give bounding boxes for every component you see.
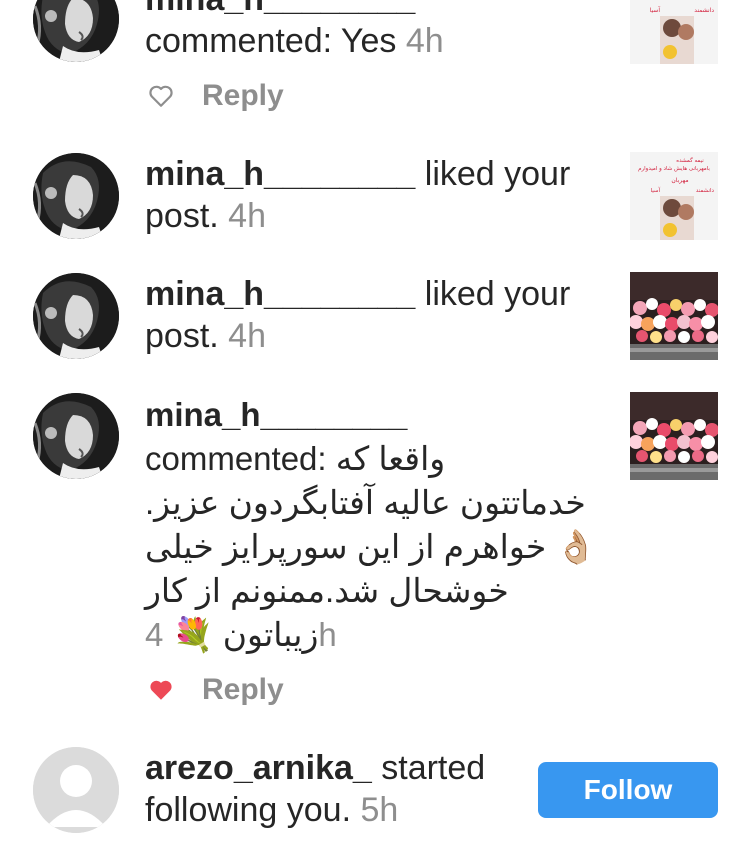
profile-photo (33, 0, 119, 62)
avatar[interactable] (33, 153, 119, 239)
username[interactable]: mina_h________ (145, 155, 415, 193)
timestamp: h (318, 616, 337, 653)
thumb-caption: آسیا (651, 187, 661, 194)
notification-text: mina_h________ liked your post. 4h (145, 273, 605, 357)
post-image: دانشمند آسیا (630, 0, 718, 64)
comment-text: خدماتتون عالیه آفتابگردون عزیز. (145, 484, 586, 521)
post-thumbnail[interactable] (630, 272, 718, 360)
avatar[interactable] (33, 747, 119, 833)
post-thumbnail[interactable]: دانشمند آسیا (630, 0, 718, 64)
post-image (630, 272, 718, 360)
post-thumbnail[interactable]: نیمه گمشده بامهربانی‌ هایش شاد و امیدوار… (630, 152, 718, 240)
timestamp: 4h (228, 317, 266, 355)
thumb-caption: بامهربانی‌ هایش شاد و امیدوارم (638, 166, 710, 172)
post-image: نیمه گمشده بامهربانی‌ هایش شاد و امیدوار… (630, 152, 718, 240)
default-avatar-icon (33, 747, 119, 833)
notification-action: commented: Yes (145, 22, 397, 60)
follow-button[interactable]: Follow (538, 762, 718, 818)
username[interactable]: arezo_arnika_ (145, 749, 372, 787)
reply-row: Reply (148, 670, 284, 710)
profile-photo (33, 273, 119, 359)
thumb-caption: نیمه گمشده (676, 157, 704, 164)
profile-photo (33, 153, 119, 239)
username[interactable]: mina_h________ (145, 275, 415, 313)
reply-button[interactable]: Reply (202, 79, 284, 113)
notification-action: commented: (145, 440, 327, 477)
heart-filled-icon[interactable] (148, 678, 174, 702)
notification-text: mina_h________ liked your post. 4h (145, 153, 605, 237)
comment-last-line: 4 زیباتون 💐h (145, 613, 605, 657)
timestamp: 4 (145, 616, 164, 653)
timestamp: 5h (360, 791, 399, 829)
comment-text: واقعا که (335, 440, 446, 477)
reply-button[interactable]: Reply (202, 673, 284, 707)
thumb-caption: دانشمند (696, 188, 715, 194)
avatar[interactable] (33, 393, 119, 479)
avatar[interactable] (33, 0, 119, 62)
timestamp: 4h (405, 22, 444, 60)
thumb-caption: آسیا (650, 5, 661, 14)
timestamp: 4h (228, 197, 266, 235)
thumb-caption: دانشمند (694, 7, 714, 14)
comment-text: زیباتون 💐 (172, 616, 319, 653)
heart-outline-icon[interactable] (148, 84, 174, 108)
post-thumbnail[interactable] (630, 392, 718, 480)
notification-text: arezo_arnika_ started following you. 5h (145, 747, 525, 831)
comment-text: 👌🏼 خواهرم از این سورپرایز خیلی (145, 528, 597, 565)
notification-text: mina_h________ commented: واقعا که خدمات… (145, 393, 605, 657)
profile-photo (33, 393, 119, 479)
username[interactable]: mina_h________ (145, 393, 605, 437)
post-image (630, 392, 718, 480)
reply-row: Reply (148, 76, 284, 116)
comment-first-line: commented: واقعا که (145, 437, 605, 481)
thumb-caption: مهربان (671, 177, 688, 184)
comment-text: خوشحال شد.ممنونم از کار (145, 572, 509, 609)
username[interactable]: mina_h________ (145, 0, 415, 18)
avatar[interactable] (33, 273, 119, 359)
notification-text: mina_h________ commented: Yes 4h (145, 0, 605, 62)
